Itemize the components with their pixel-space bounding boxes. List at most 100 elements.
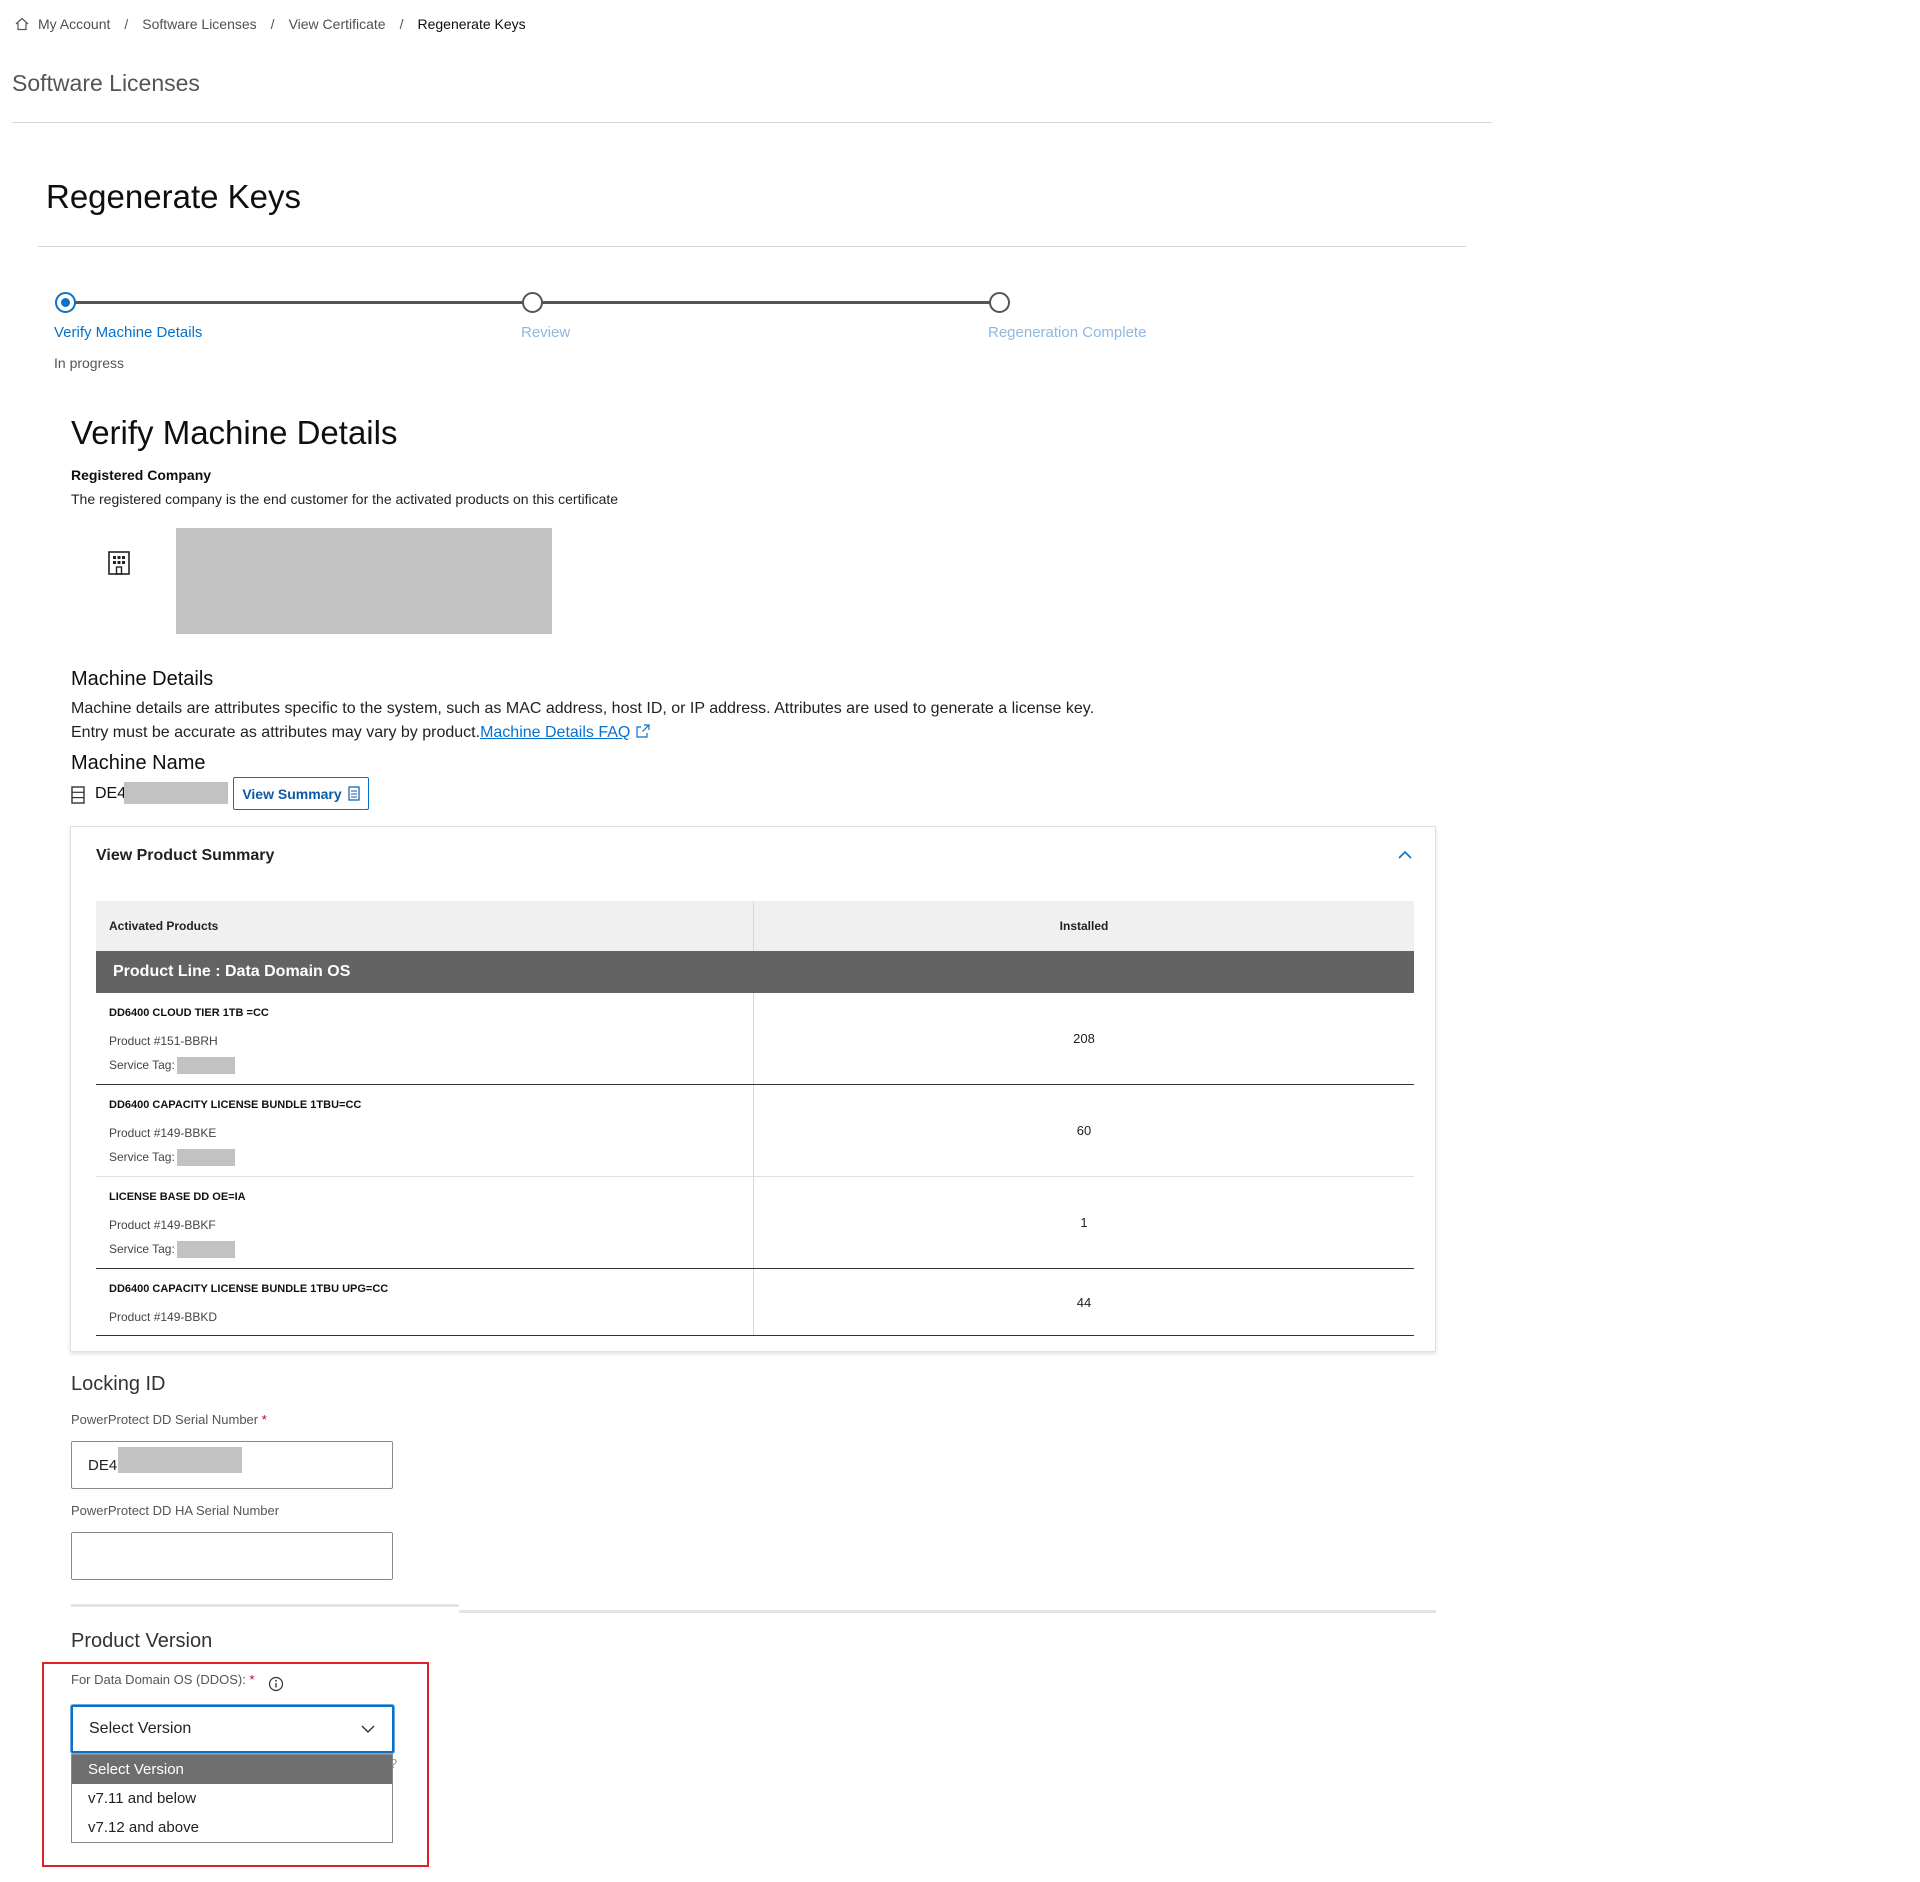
- chevron-up-icon[interactable]: [1397, 847, 1413, 863]
- service-tag: Service Tag:: [109, 1145, 740, 1169]
- required-marker: *: [249, 1672, 255, 1687]
- product-number: Product #151-BBRH: [109, 1034, 218, 1048]
- breadcrumb-software-licenses[interactable]: Software Licenses: [142, 16, 256, 32]
- product-summary-table: Activated Products Installed Product Lin…: [96, 901, 1414, 1336]
- table-row: DD6400 CAPACITY LICENSE BUNDLE 1TBU UPG=…: [96, 1269, 1414, 1336]
- view-summary-button[interactable]: View Summary: [233, 777, 369, 810]
- product-name: DD6400 CAPACITY LICENSE BUNDLE 1TBU UPG=…: [109, 1283, 389, 1295]
- home-icon[interactable]: [14, 16, 30, 32]
- machine-name-title: Machine Name: [71, 752, 206, 774]
- divider: [71, 1604, 459, 1607]
- divider: [38, 246, 1466, 247]
- step-3-indicator: [989, 292, 1010, 313]
- registered-company-description: The registered company is the end custom…: [71, 491, 619, 507]
- machine-details-description: Machine details are attributes specific …: [71, 697, 1231, 745]
- section-title: Verify Machine Details: [71, 414, 398, 451]
- registered-company-label: Registered Company: [71, 467, 212, 483]
- service-tag-redacted: [176, 1056, 235, 1074]
- step-2-indicator: [522, 292, 543, 313]
- table-cell-product: LICENSE BASE DD OE=IA Product #149-BBKF …: [96, 1177, 754, 1268]
- product-number: Product #149-BBKD: [109, 1310, 218, 1324]
- service-tag-label: Service Tag:: [109, 1150, 175, 1164]
- product-number: Product #149-BBKF: [109, 1218, 216, 1232]
- breadcrumb-separator: /: [270, 16, 275, 32]
- version-options-list: Select Version v7.11 and below v7.12 and…: [71, 1754, 393, 1843]
- step-3-label: Regeneration Complete: [988, 324, 1147, 341]
- version-select-value: Select Version: [89, 1720, 192, 1737]
- table-row: LICENSE BASE DD OE=IA Product #149-BBKF …: [96, 1177, 1414, 1269]
- company-redacted: [176, 528, 552, 634]
- version-option-select[interactable]: Select Version: [72, 1755, 392, 1784]
- serial-number-label: PowerProtect DD Serial Number *: [71, 1412, 267, 1427]
- breadcrumb-separator: /: [399, 16, 404, 32]
- service-tag-label: Service Tag:: [109, 1058, 175, 1072]
- version-select[interactable]: Select Version: [71, 1705, 394, 1753]
- step-1-label: Verify Machine Details: [54, 324, 203, 341]
- info-icon[interactable]: [268, 1676, 284, 1692]
- document-icon: [348, 786, 360, 801]
- breadcrumb: My Account / Software Licenses / View Ce…: [14, 16, 526, 32]
- divider: [12, 122, 1492, 123]
- breadcrumb-current: Regenerate Keys: [417, 16, 526, 32]
- service-tag: Service Tag:: [109, 1237, 740, 1261]
- step-2-label: Review: [521, 324, 571, 341]
- service-tag: Service Tag:: [109, 1053, 740, 1077]
- ha-serial-number-input[interactable]: [71, 1532, 393, 1580]
- installed-value: 208: [1073, 1031, 1095, 1046]
- product-name: LICENSE BASE DD OE=IA: [109, 1191, 246, 1203]
- page-title: Software Licenses: [12, 70, 200, 96]
- breadcrumb-view-certificate[interactable]: View Certificate: [289, 16, 386, 32]
- machine-details-title: Machine Details: [71, 668, 214, 690]
- ddos-version-label: For Data Domain OS (DDOS): *: [71, 1672, 255, 1687]
- installed-value: 60: [1076, 1123, 1092, 1138]
- machine-name-redacted: [124, 782, 228, 804]
- product-version-title: Product Version: [71, 1630, 213, 1652]
- machine-details-line2-text: Entry must be accurate as attributes may…: [71, 724, 481, 741]
- product-summary-title: View Product Summary: [96, 847, 275, 864]
- regenerate-keys-title: Regenerate Keys: [46, 178, 301, 215]
- view-summary-label: View Summary: [242, 785, 342, 802]
- product-summary-card: View Product Summary Activated Products …: [70, 826, 1436, 1352]
- service-tag-redacted: [176, 1148, 235, 1166]
- column-activated-products: Activated Products: [96, 901, 754, 951]
- table-cell-product: DD6400 CAPACITY LICENSE BUNDLE 1TBU UPG=…: [96, 1269, 754, 1335]
- service-tag-label: Service Tag:: [109, 1242, 175, 1256]
- table-cell-product: DD6400 CLOUD TIER 1TB =CC Product #151-B…: [96, 993, 754, 1084]
- stepper-line: [542, 301, 990, 304]
- faq-link-label: Machine Details FAQ: [480, 724, 631, 741]
- external-link-icon[interactable]: [635, 723, 651, 739]
- breadcrumb-my-account[interactable]: My Account: [38, 16, 110, 32]
- service-tag-redacted: [176, 1240, 235, 1258]
- divider: [459, 1610, 1436, 1613]
- product-number: Product #149-BBKE: [109, 1126, 217, 1140]
- locking-id-title: Locking ID: [71, 1373, 166, 1395]
- machine-details-line1: Machine details are attributes specific …: [71, 700, 1095, 717]
- table-row: DD6400 CAPACITY LICENSE BUNDLE 1TBU=CC P…: [96, 1085, 1414, 1177]
- machine-details-line2: Entry must be accurate as attributes may…: [71, 721, 1231, 745]
- serial-number-redacted: [118, 1447, 242, 1473]
- version-option-v7-12-and-above[interactable]: v7.12 and above: [72, 1813, 392, 1842]
- installed-value: 44: [1076, 1294, 1092, 1310]
- breadcrumb-separator: /: [124, 16, 129, 32]
- step-1-indicator: [55, 292, 76, 313]
- table-header: Activated Products Installed: [96, 901, 1414, 951]
- machine-details-faq-link[interactable]: Machine Details FAQ: [480, 724, 630, 741]
- machine-name-value: DE4: [95, 785, 127, 802]
- building-icon: [108, 551, 130, 575]
- product-name: DD6400 CLOUD TIER 1TB =CC: [109, 1007, 269, 1019]
- chevron-down-icon: [361, 1725, 375, 1733]
- stepper-line: [75, 301, 523, 304]
- product-name: DD6400 CAPACITY LICENSE BUNDLE 1TBU=CC: [109, 1099, 362, 1111]
- step-status: In progress: [54, 355, 125, 371]
- column-installed: Installed: [1059, 919, 1109, 933]
- ddos-version-label-text: For Data Domain OS (DDOS):: [71, 1672, 246, 1687]
- installed-value: 1: [1080, 1215, 1088, 1230]
- serial-number-label-text: PowerProtect DD Serial Number: [71, 1412, 259, 1427]
- ha-serial-number-label: PowerProtect DD HA Serial Number: [71, 1503, 280, 1518]
- product-line-group: Product Line : Data Domain OS: [96, 951, 1414, 993]
- table-cell-product: DD6400 CAPACITY LICENSE BUNDLE 1TBU=CC P…: [96, 1085, 754, 1176]
- server-icon: [71, 786, 85, 804]
- required-marker: *: [261, 1412, 267, 1427]
- table-row: DD6400 CLOUD TIER 1TB =CC Product #151-B…: [96, 993, 1414, 1085]
- version-option-v7-11-and-below[interactable]: v7.11 and below: [72, 1784, 392, 1813]
